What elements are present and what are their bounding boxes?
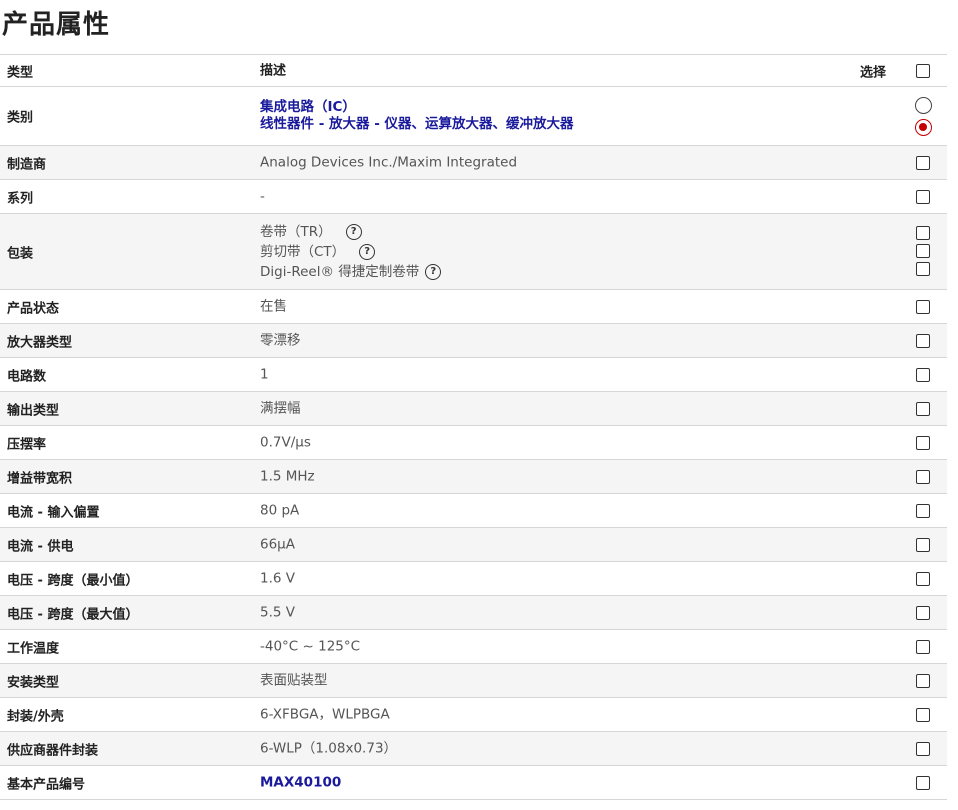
row-desc: -40°C ~ 125°C [260, 638, 361, 654]
page-title: 产品属性 [2, 10, 111, 40]
row-type: 封装/外壳 [7, 709, 64, 724]
row-desc: 零漂移 [260, 332, 301, 348]
row-desc: - [260, 188, 265, 204]
row-checkbox[interactable] [916, 673, 930, 688]
row-type: 类别 [7, 110, 34, 126]
table-row: 电压 - 跨度（最小值） 1.6 V [0, 561, 947, 595]
table-row: 电路数 1 [0, 357, 947, 391]
row-type: 放大器类型 [7, 335, 73, 350]
row-checkbox[interactable] [916, 537, 930, 552]
table-row-category: 类别 集成电路（IC） 线性器件 - 放大器 - 仪器、运算放大器、缓冲放大器 [0, 86, 947, 145]
base-product-number-link[interactable]: MAX40100 [260, 774, 341, 791]
row-checkbox[interactable] [916, 469, 930, 484]
packaging-ct-checkbox[interactable] [916, 244, 930, 258]
select-all-checkbox[interactable] [916, 63, 930, 78]
category-link-linear[interactable]: 线性器件 - 放大器 - 仪器、运算放大器、缓冲放大器 [260, 116, 574, 133]
table-row: 电压 - 跨度（最大值） 5.5 V [0, 595, 947, 629]
row-type: 基本产品编号 [7, 777, 86, 792]
table-row: 电流 - 输入偏置 80 pA [0, 493, 947, 527]
row-checkbox[interactable] [916, 189, 930, 204]
packaging-tr-checkbox[interactable] [916, 226, 930, 240]
table-row: 安装类型 表面贴装型 [0, 663, 947, 697]
row-type: 电压 - 跨度（最大值） [7, 607, 139, 622]
table-row: 基本产品编号 MAX40100 [0, 765, 947, 800]
header-desc: 描述 [260, 63, 287, 78]
packaging-tr: 卷带（TR） [260, 223, 332, 240]
help-icon[interactable]: ? [345, 223, 362, 240]
row-type: 制造商 [7, 157, 47, 172]
row-checkbox[interactable] [916, 571, 930, 586]
row-checkbox[interactable] [916, 775, 930, 790]
row-desc: 表面贴装型 [260, 672, 328, 688]
row-type: 工作温度 [7, 641, 60, 656]
row-type: 电路数 [7, 369, 47, 384]
row-type: 包装 [7, 246, 34, 261]
row-type: 电流 - 供电 [7, 539, 74, 554]
table-row: 放大器类型 零漂移 [0, 323, 947, 357]
packaging-ct: 剪切带（CT） [260, 243, 346, 260]
category-link-ic[interactable]: 集成电路（IC） [260, 99, 574, 116]
table-row: 增益带宽积 1.5 MHz [0, 459, 947, 493]
row-desc: 1 [260, 366, 269, 382]
row-type: 供应商器件封装 [7, 743, 99, 758]
row-desc: 满摆幅 [260, 400, 301, 416]
table-row: 产品状态 在售 [0, 289, 947, 323]
help-icon[interactable]: ? [359, 243, 376, 260]
row-type: 电流 - 输入偏置 [7, 505, 100, 520]
row-type: 安装类型 [7, 675, 60, 690]
row-desc: Analog Devices Inc./Maxim Integrated [260, 154, 518, 170]
row-desc: 在售 [260, 298, 287, 314]
table-row: 压摆率 0.7V/µs [0, 425, 947, 459]
row-checkbox[interactable] [916, 639, 930, 654]
table-row: 电流 - 供电 66µA [0, 527, 947, 561]
row-type: 输出类型 [7, 403, 60, 418]
table-row: 工作温度 -40°C ~ 125°C [0, 629, 947, 663]
table-row: 输出类型 满摆幅 [0, 391, 947, 425]
row-desc: 66µA [260, 536, 296, 552]
packaging-digireel-checkbox[interactable] [916, 262, 930, 276]
row-checkbox[interactable] [916, 367, 930, 382]
packaging-digireel: Digi-Reel® 得捷定制卷带 [260, 263, 420, 280]
packaging-desc: 卷带（TR）? 剪切带（CT）? Digi-Reel® 得捷定制卷带? [260, 222, 442, 282]
row-desc: 1.6 V [260, 570, 295, 586]
category-radio-linear[interactable] [915, 119, 932, 136]
row-type: 电压 - 跨度（最小值） [7, 573, 139, 588]
row-checkbox[interactable] [916, 741, 930, 756]
row-checkbox[interactable] [916, 401, 930, 416]
row-checkbox[interactable] [916, 299, 930, 314]
row-desc: 6-XFBGA，WLPBGA [260, 706, 390, 722]
category-radio-ic[interactable] [915, 97, 932, 114]
row-desc: 5.5 V [260, 604, 295, 620]
table-row: 封装/外壳 6-XFBGA，WLPBGA [0, 697, 947, 731]
help-icon[interactable]: ? [425, 263, 442, 280]
row-checkbox[interactable] [916, 435, 930, 450]
row-checkbox[interactable] [916, 605, 930, 620]
header-select: 选择 [860, 65, 887, 80]
row-desc: 80 pA [260, 502, 300, 518]
row-checkbox[interactable] [916, 503, 930, 518]
row-type: 产品状态 [7, 301, 60, 316]
category-desc: 集成电路（IC） 线性器件 - 放大器 - 仪器、运算放大器、缓冲放大器 [260, 99, 574, 133]
table-row: 制造商 Analog Devices Inc./Maxim Integrated [0, 145, 947, 179]
product-attributes-table: 类型 描述 选择 类别 集成电路（IC） 线性器件 - 放大器 - 仪器、运算放… [0, 54, 947, 800]
row-checkbox[interactable] [916, 707, 930, 722]
table-row: 系列 - [0, 179, 947, 213]
row-checkbox[interactable] [916, 155, 930, 170]
row-checkbox[interactable] [916, 333, 930, 348]
header-type: 类型 [7, 65, 34, 80]
row-desc: 6-WLP（1.08x0.73） [260, 740, 398, 756]
table-row: 供应商器件封装 6-WLP（1.08x0.73） [0, 731, 947, 765]
table-header-row: 类型 描述 选择 [0, 54, 947, 86]
table-row-packaging: 包装 卷带（TR）? 剪切带（CT）? Digi-Reel® 得捷定制卷带? [0, 213, 947, 289]
row-desc: 1.5 MHz [260, 468, 315, 484]
row-type: 增益带宽积 [7, 471, 73, 486]
row-desc: 0.7V/µs [260, 434, 311, 450]
row-type: 系列 [7, 191, 34, 206]
row-type: 压摆率 [7, 437, 47, 452]
